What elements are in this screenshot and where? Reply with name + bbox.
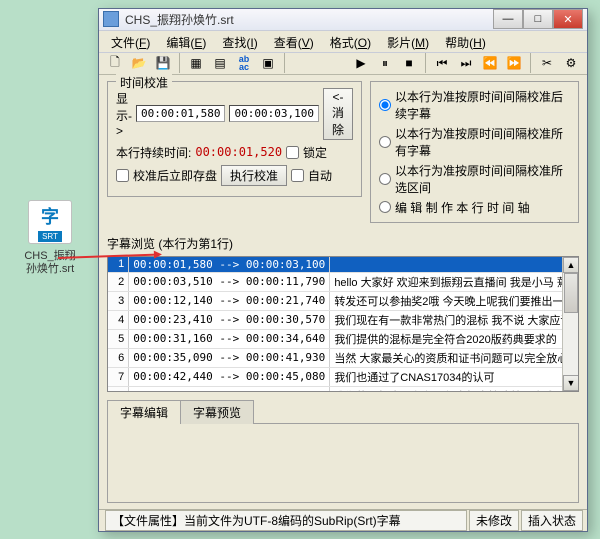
tab-edit[interactable]: 字幕编辑 — [107, 400, 181, 424]
new-icon[interactable]: 🗋 — [105, 53, 125, 73]
menubar: 文件(F) 编辑(E) 查找(I) 查看(V) 格式(O) 影片(M) 帮助(H… — [99, 31, 587, 53]
close-button[interactable]: ✕ — [553, 9, 583, 29]
statusbar: 【文件属性】当前文件为UTF-8编码的SubRip(Srt)字幕 未修改 插入状… — [99, 509, 587, 531]
menu-edit[interactable]: 编辑(E) — [158, 31, 214, 52]
cut-icon[interactable]: ✂ — [537, 53, 557, 73]
btn-b-icon[interactable]: ▤ — [210, 53, 230, 73]
status-modified: 未修改 — [469, 510, 519, 531]
list-scrollbar[interactable]: ▲ ▼ — [562, 257, 578, 391]
table-row[interactable]: 600:00:35,090 --> 00:00:41,930当然 大家最关心的资… — [108, 348, 579, 367]
row-num: 4 — [108, 310, 129, 329]
duration-value: 00:00:01,520 — [195, 145, 282, 159]
row-time: 00:00:35,090 --> 00:00:41,930 — [129, 348, 330, 367]
open-icon[interactable]: 📂 — [129, 53, 149, 73]
row-text: hello 大家好 欢迎来到振翔云直播间 我是小马 蔫 — [330, 272, 579, 291]
menu-file[interactable]: 文件(F) — [103, 31, 158, 52]
scroll-thumb[interactable] — [564, 273, 578, 313]
pause-icon[interactable]: ⏸ — [375, 53, 395, 73]
save-icon[interactable]: 💾 — [153, 53, 173, 73]
row-num: 3 — [108, 291, 129, 310]
lock-checkbox[interactable]: 锁定 — [286, 144, 327, 161]
scroll-up-icon[interactable]: ▲ — [563, 257, 579, 273]
status-file-info: 【文件属性】当前文件为UTF-8编码的SubRip(Srt)字幕 — [105, 510, 467, 531]
row-text: 我们提供的混标是完全符合2020版药典要求的 — [330, 329, 579, 348]
table-row[interactable]: 400:00:23,410 --> 00:00:30,570我们现在有一款非常热… — [108, 310, 579, 329]
titlebar[interactable]: CHS_振翔孙焕竹.srt — □ ✕ — [99, 9, 587, 31]
window-title: CHS_振翔孙焕竹.srt — [125, 11, 493, 28]
row-time: 00:00:01,580 --> 00:00:03,100 — [129, 257, 330, 273]
radio-edit-line[interactable]: 编 辑 制 作 本 行 时 间 轴 — [379, 199, 570, 216]
row-num: 6 — [108, 348, 129, 367]
time-adjust-legend: 时间校准 — [116, 74, 172, 91]
table-row[interactable]: 800:00:45,770 --> 00:00:49,670我们的混标也是在九月… — [108, 386, 579, 392]
row-text — [330, 257, 579, 273]
clear-button[interactable]: <-消除 — [323, 88, 353, 140]
btn-c-icon[interactable]: ▣ — [258, 53, 278, 73]
srt-file-icon: 字 SRT — [28, 200, 72, 244]
radio-following[interactable]: 以本行为准按原时间间隔校准后续字幕 — [379, 88, 570, 122]
table-row[interactable]: 300:00:12,140 --> 00:00:21,740转发还可以参抽奖2哦… — [108, 291, 579, 310]
row-time: 00:00:03,510 --> 00:00:11,790 — [129, 272, 330, 291]
row-text: 我们的混标也是在九月份中标中检院慧用农残采购 — [330, 386, 579, 392]
menu-help[interactable]: 帮助(H) — [437, 31, 494, 52]
radio-selection[interactable]: 以本行为准按原时间间隔校准所选区间 — [379, 162, 570, 196]
rewind-icon[interactable]: ⏪ — [480, 53, 500, 73]
extra-icon[interactable]: ⚙ — [561, 53, 581, 73]
desktop-srt-file[interactable]: 字 SRT CHS_振翔孙焕竹.srt — [20, 200, 80, 276]
editor-tabs: 字幕编辑 字幕预览 — [107, 400, 579, 503]
tab-body — [107, 423, 579, 503]
subtitle-browse-legend: 字幕浏览 (本行为第1行) — [107, 235, 233, 252]
maximize-button[interactable]: □ — [523, 9, 553, 29]
table-row[interactable]: 700:00:42,440 --> 00:00:45,080我们也通过了CNAS… — [108, 367, 579, 386]
tab-preview[interactable]: 字幕预览 — [180, 400, 254, 424]
play-icon[interactable]: ▶ — [351, 53, 371, 73]
status-insert-mode: 插入状态 — [521, 510, 583, 531]
radio-all[interactable]: 以本行为准按原时间间隔校准所有字幕 — [379, 125, 570, 159]
app-icon — [103, 11, 119, 27]
save-after-checkbox[interactable]: 校准后立即存盘 — [116, 167, 217, 184]
scroll-down-icon[interactable]: ▼ — [563, 375, 579, 391]
row-text: 我们也通过了CNAS17034的认可 — [330, 367, 579, 386]
stop-icon[interactable]: ■ — [399, 53, 419, 73]
auto-checkbox[interactable]: 自动 — [291, 167, 332, 184]
row-num: 2 — [108, 272, 129, 291]
row-time: 00:00:45,770 --> 00:00:49,670 — [129, 386, 330, 392]
replace-ab-icon[interactable]: abac — [234, 53, 254, 73]
row-text: 转发还可以参抽奖2哦 今天晚上呢我们要推出一款 — [330, 291, 579, 310]
time-adjust-group: 时间校准 显示-> 00:00:01,580 00:00:03,100 <-消除… — [107, 81, 362, 197]
ffwd-icon[interactable]: ⏩ — [504, 53, 524, 73]
btn-a-icon[interactable]: ▦ — [186, 53, 206, 73]
start-time-field[interactable]: 00:00:01,580 — [136, 105, 225, 122]
subtitle-list[interactable]: 100:00:01,580 --> 00:00:03,100200:00:03,… — [107, 256, 579, 392]
desktop-file-label: CHS_振翔孙焕竹.srt — [20, 250, 80, 276]
table-row[interactable]: 500:00:31,160 --> 00:00:34,640我们提供的混标是完全… — [108, 329, 579, 348]
skip-back-icon[interactable]: ⏮ — [432, 53, 452, 73]
duration-label: 本行持续时间: — [116, 144, 191, 161]
row-num: 8 — [108, 386, 129, 392]
menu-movie[interactable]: 影片(M) — [379, 31, 437, 52]
table-row[interactable]: 100:00:01,580 --> 00:00:03,100 — [108, 257, 579, 273]
toolbar: 🗋 📂 💾 ▦ ▤ abac ▣ ▶ ⏸ ■ ⏮ ⏭ ⏪ ⏩ ✂ ⚙ — [99, 53, 587, 75]
row-num: 1 — [108, 257, 129, 273]
row-time: 00:00:42,440 --> 00:00:45,080 — [129, 367, 330, 386]
row-text: 我们现在有一款非常热门的混标 我不说 大家应该 — [330, 310, 579, 329]
menu-format[interactable]: 格式(O) — [322, 31, 379, 52]
show-label: 显示-> — [116, 90, 132, 138]
menu-find[interactable]: 查找(I) — [214, 31, 265, 52]
radio-group-box: 以本行为准按原时间间隔校准后续字幕 以本行为准按原时间间隔校准所有字幕 以本行为… — [370, 81, 579, 223]
row-time: 00:00:23,410 --> 00:00:30,570 — [129, 310, 330, 329]
row-time: 00:00:31,160 --> 00:00:34,640 — [129, 329, 330, 348]
execute-button[interactable]: 执行校准 — [221, 165, 287, 186]
menu-view[interactable]: 查看(V) — [266, 31, 322, 52]
row-text: 当然 大家最关心的资质和证书问题可以完全放心 — [330, 348, 579, 367]
row-num: 7 — [108, 367, 129, 386]
row-time: 00:00:12,140 --> 00:00:21,740 — [129, 291, 330, 310]
skip-fwd-icon[interactable]: ⏭ — [456, 53, 476, 73]
main-window: CHS_振翔孙焕竹.srt — □ ✕ 文件(F) 编辑(E) 查找(I) 查看… — [98, 8, 588, 532]
end-time-field[interactable]: 00:00:03,100 — [229, 105, 318, 122]
table-row[interactable]: 200:00:03,510 --> 00:00:11,790hello 大家好 … — [108, 272, 579, 291]
row-num: 5 — [108, 329, 129, 348]
minimize-button[interactable]: — — [493, 9, 523, 29]
